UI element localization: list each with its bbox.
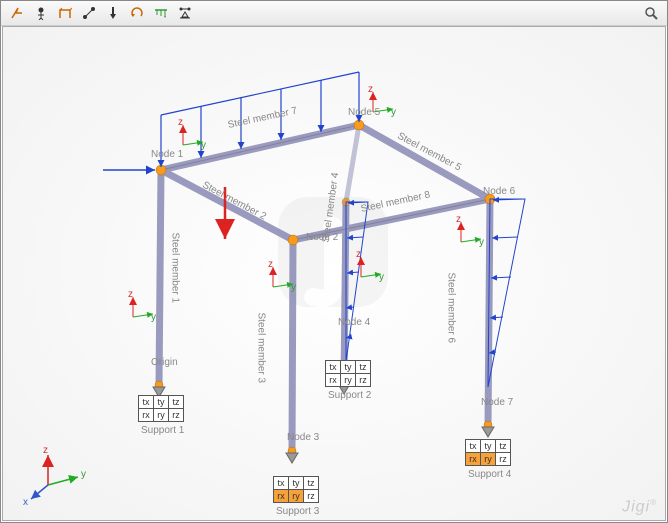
support-label: Support 2 bbox=[328, 390, 371, 401]
global-axis-z: z bbox=[43, 445, 48, 456]
viewport-3d[interactable]: zyzyzyzyzyzy OriginNode 1Node 2Node 3Nod… bbox=[2, 26, 666, 521]
support-dof-table: txtytzrxryrz bbox=[138, 395, 184, 422]
local-axis-z: z bbox=[456, 214, 461, 225]
global-axis-y: y bbox=[81, 469, 86, 480]
support-label: Support 4 bbox=[468, 469, 511, 480]
support-label: Support 1 bbox=[141, 425, 184, 436]
local-axis-y: y bbox=[291, 282, 296, 293]
member-label: Steel member 3 bbox=[256, 313, 267, 384]
node-label: Node 1 bbox=[151, 149, 183, 160]
local-axis-z: z bbox=[368, 84, 373, 95]
support-dof-table: txtytzrxryrz bbox=[273, 476, 319, 503]
node-label: Origin bbox=[151, 357, 178, 368]
local-axis-z: z bbox=[178, 117, 183, 128]
node-label: Node 6 bbox=[483, 186, 515, 197]
global-axis-x: x bbox=[23, 497, 28, 508]
node-label: Node 4 bbox=[338, 317, 370, 328]
local-axis-z: z bbox=[268, 259, 273, 270]
support-label: Support 3 bbox=[276, 506, 319, 517]
member-label: Steel member 6 bbox=[446, 273, 457, 344]
tool-select-icon[interactable] bbox=[7, 3, 27, 23]
tool-node-icon[interactable] bbox=[31, 3, 51, 23]
member-label: Steel member 1 bbox=[170, 233, 181, 304]
local-axis-y: y bbox=[201, 140, 206, 151]
node-label: Node 7 bbox=[481, 397, 513, 408]
tool-frame-icon[interactable] bbox=[55, 3, 75, 23]
local-axis-y: y bbox=[379, 272, 384, 283]
local-axis-y: y bbox=[479, 237, 484, 248]
structure-canvas bbox=[3, 27, 666, 521]
local-axis-z: z bbox=[356, 249, 361, 260]
tool-dist-load-icon[interactable] bbox=[151, 3, 171, 23]
zoom-extents-icon[interactable] bbox=[641, 3, 661, 23]
tool-support-icon[interactable] bbox=[175, 3, 195, 23]
node-label: Node 3 bbox=[287, 432, 319, 443]
support-dof-table: txtytzrxryrz bbox=[465, 439, 511, 466]
brand-label: Jigi® bbox=[622, 498, 657, 516]
app-window: zyzyzyzyzyzy OriginNode 1Node 2Node 3Nod… bbox=[0, 0, 668, 523]
toolbar bbox=[1, 1, 667, 26]
local-axis-y: y bbox=[391, 107, 396, 118]
tool-moment-icon[interactable] bbox=[127, 3, 147, 23]
local-axis-y: y bbox=[151, 312, 156, 323]
local-axis-z: z bbox=[128, 289, 133, 300]
tool-member-icon[interactable] bbox=[79, 3, 99, 23]
support-dof-table: txtytzrxryrz bbox=[325, 360, 371, 387]
node-label: Node 5 bbox=[348, 107, 380, 118]
tool-point-load-icon[interactable] bbox=[103, 3, 123, 23]
